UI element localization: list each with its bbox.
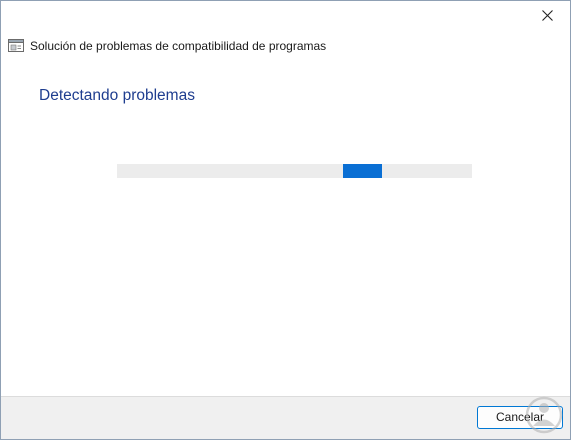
progress-bar bbox=[117, 164, 472, 178]
watermark-logo bbox=[524, 395, 564, 435]
window-header: Solución de problemas de compatibilidad … bbox=[8, 38, 326, 54]
close-button[interactable] bbox=[524, 1, 570, 33]
troubleshooter-window: Solución de problemas de compatibilidad … bbox=[0, 0, 571, 440]
window-title: Solución de problemas de compatibilidad … bbox=[30, 39, 327, 53]
progress-indicator bbox=[343, 164, 382, 178]
close-icon bbox=[541, 8, 553, 26]
page-heading: Detectando problemas bbox=[39, 87, 195, 104]
troubleshooter-icon bbox=[8, 38, 24, 54]
button-bar: Cancelar bbox=[1, 396, 570, 439]
title-bar bbox=[1, 1, 570, 33]
